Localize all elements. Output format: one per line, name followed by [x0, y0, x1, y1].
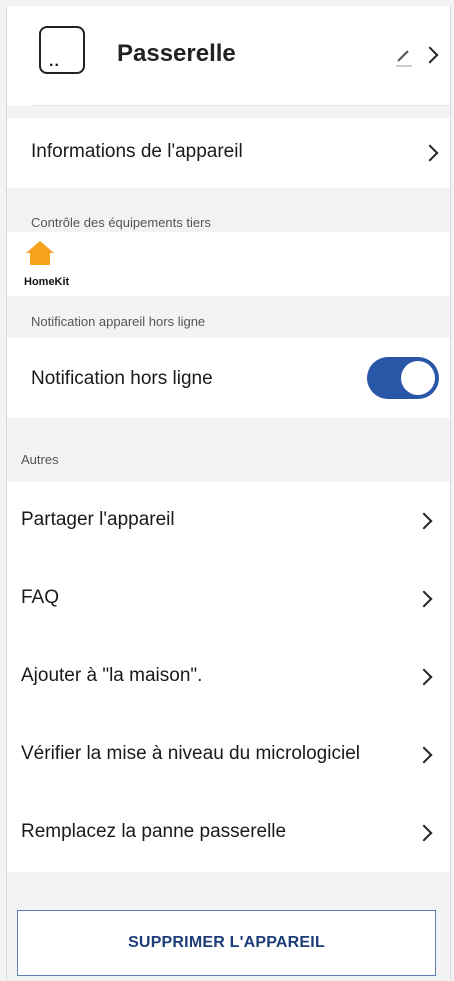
chevron-right-icon	[415, 512, 433, 530]
device-info-label: Informations de l'appareil	[31, 141, 243, 162]
chevron-right-icon	[415, 668, 433, 686]
screen: .. Passerelle Informations de l'appareil…	[6, 6, 451, 980]
list-item-add-home[interactable]: Ajouter à "la maison".	[7, 638, 450, 716]
list-item-replace[interactable]: Remplacez la panne passerelle	[7, 794, 450, 872]
others-section-label: Autres	[21, 452, 59, 467]
list-item-label: Partager l'appareil	[21, 509, 175, 530]
divider	[31, 105, 450, 106]
page-title: Passerelle	[117, 40, 236, 67]
toggle-knob	[401, 361, 435, 395]
third-party-section-label: Contrôle des équipements tiers	[31, 215, 211, 230]
header: .. Passerelle	[7, 6, 450, 106]
offline-notification-toggle[interactable]	[367, 357, 439, 399]
homekit-label: HomeKit	[24, 276, 70, 288]
edit-pencil-icon[interactable]	[395, 48, 413, 68]
chevron-right-icon	[421, 144, 439, 162]
chevron-right-icon	[415, 824, 433, 842]
chevron-right-icon	[415, 590, 433, 608]
header-chevron-right-icon[interactable]	[421, 46, 439, 64]
list-item-label: Ajouter à "la maison".	[21, 665, 203, 686]
list-item-label: FAQ	[21, 587, 60, 608]
offline-notification-row: Notification hors ligne	[7, 338, 450, 418]
list-item-faq[interactable]: FAQ	[7, 560, 450, 638]
offline-notification-label: Notification hors ligne	[31, 368, 213, 389]
list-item-firmware[interactable]: Vérifier la mise à niveau du micrologici…	[7, 716, 450, 794]
list-item-label: Vérifier la mise à niveau du micrologici…	[21, 743, 360, 764]
offline-section-label: Notification appareil hors ligne	[31, 314, 206, 329]
homekit-row: HomeKit	[7, 232, 450, 296]
device-info-row[interactable]: Informations de l'appareil	[7, 118, 450, 188]
delete-device-button[interactable]: SUPPRIMER L'APPAREIL	[17, 910, 436, 976]
chevron-right-icon	[415, 746, 433, 764]
homekit-house-icon[interactable]	[25, 240, 55, 266]
others-list: Partager l'appareil FAQ Ajouter à "la ma…	[7, 482, 450, 872]
list-item-share[interactable]: Partager l'appareil	[7, 482, 450, 560]
device-icon: ..	[39, 26, 85, 74]
list-item-label: Remplacez la panne passerelle	[21, 821, 287, 842]
